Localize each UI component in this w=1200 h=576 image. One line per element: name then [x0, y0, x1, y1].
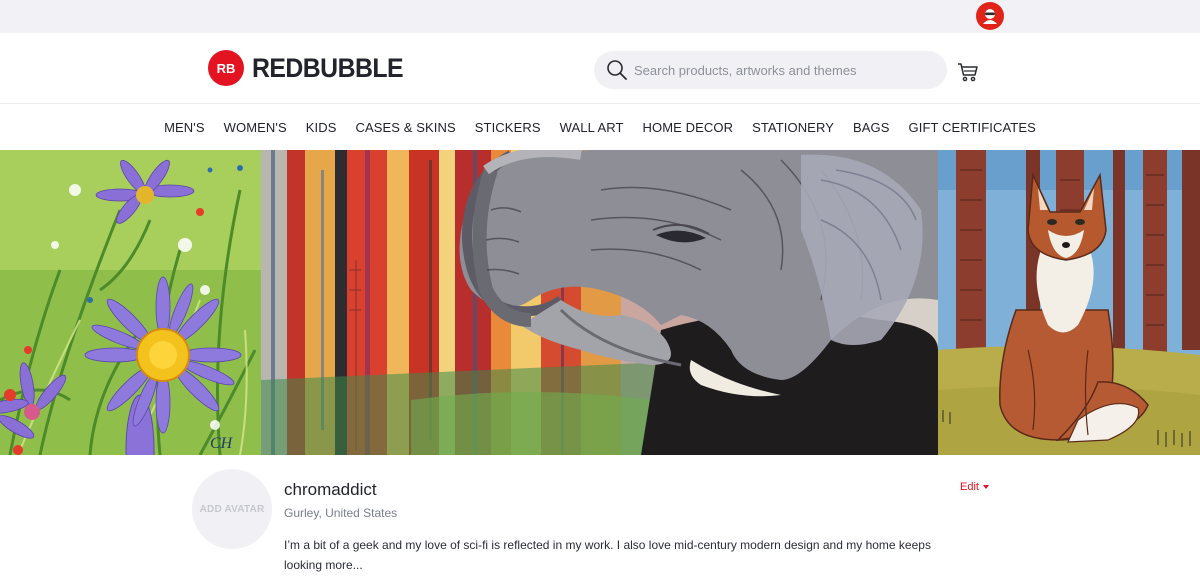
edit-label: Edit	[960, 481, 979, 493]
nav-item-home-decor[interactable]: HOME DECOR	[643, 120, 734, 135]
cart-icon[interactable]	[956, 60, 980, 84]
banner-elephant-artwork[interactable]	[261, 150, 938, 455]
logo-wordmark: REDBUBBLE	[252, 52, 404, 83]
user-avatar-icon[interactable]	[976, 2, 1004, 30]
nav-item-stickers[interactable]: STICKERS	[475, 120, 541, 135]
nav-item-kids[interactable]: KIDS	[306, 120, 337, 135]
redbubble-logo[interactable]: RB REDBUBBLE	[208, 50, 416, 86]
nav-item-cases-skins[interactable]: CASES & SKINS	[356, 120, 456, 135]
nav-item-wall-art[interactable]: WALL ART	[560, 120, 624, 135]
svg-text:CH: CH	[210, 435, 234, 452]
nav-item-womens[interactable]: WOMEN'S	[224, 120, 287, 135]
nav-item-gift-certificates[interactable]: GIFT CERTIFICATES	[909, 120, 1036, 135]
profile-section: ADD AVATAR chromaddict Gurley, United St…	[0, 455, 1200, 576]
profile-banner: CH	[0, 150, 1200, 455]
nav-item-stationery[interactable]: STATIONERY	[752, 120, 834, 135]
profile-location: Gurley, United States	[284, 506, 398, 520]
category-nav: MEN'S WOMEN'S KIDS CASES & SKINS STICKER…	[0, 104, 1200, 150]
profile-bio: I’m a bit of a geek and my love of sci-f…	[284, 538, 931, 572]
search-bar[interactable]	[594, 51, 947, 89]
nav-item-mens[interactable]: MEN'S	[164, 120, 205, 135]
search-icon[interactable]	[606, 58, 630, 82]
svg-text:RB: RB	[217, 61, 236, 76]
add-avatar-label: ADD AVATAR	[199, 503, 265, 515]
edit-profile-button[interactable]: Edit	[960, 481, 989, 493]
site-header: RB REDBUBBLE	[0, 33, 1200, 104]
logo-mark: RB	[208, 50, 244, 86]
banner-fox-artwork[interactable]	[938, 150, 1200, 455]
nav-item-bags[interactable]: BAGS	[853, 120, 890, 135]
add-avatar-button[interactable]: ADD AVATAR	[192, 469, 272, 549]
chevron-down-icon	[982, 485, 989, 489]
profile-username: chromaddict	[284, 480, 377, 499]
banner-flowers-artwork[interactable]: CH	[0, 150, 261, 455]
utility-bar	[0, 0, 1200, 33]
search-input[interactable]	[634, 62, 924, 78]
